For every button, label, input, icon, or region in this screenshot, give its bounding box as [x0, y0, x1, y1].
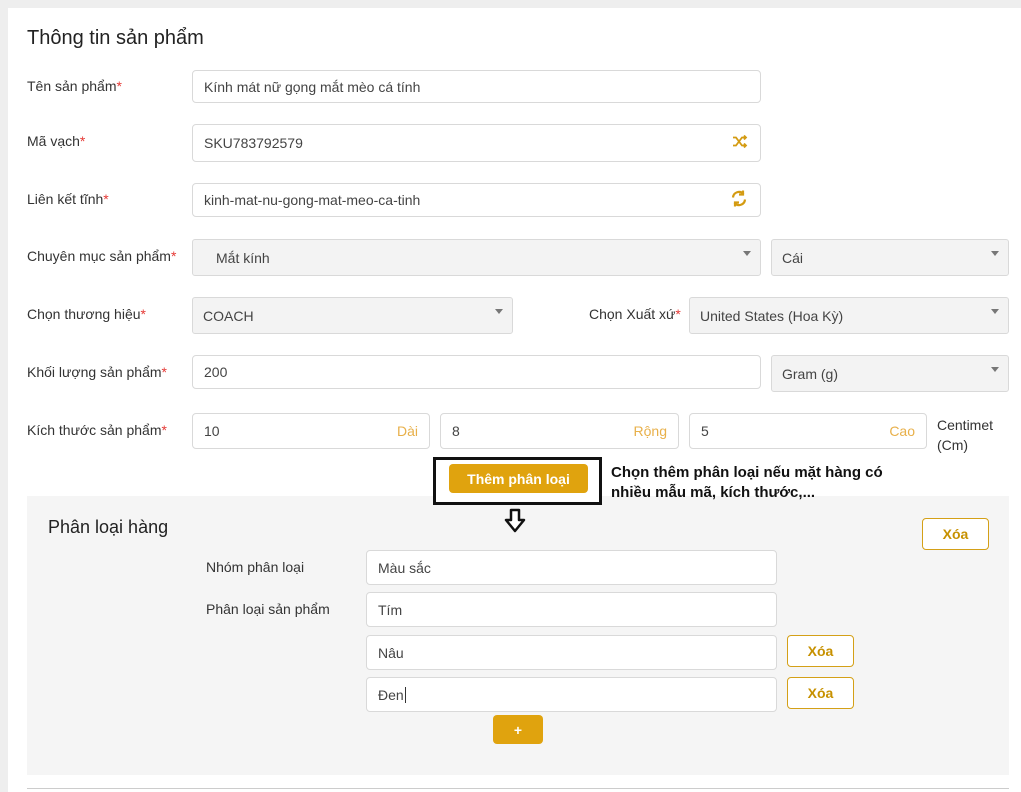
slug-input[interactable]: kinh-mat-nu-gong-mat-meo-ca-tinh: [192, 183, 761, 217]
option-input[interactable]: Nâu: [366, 635, 777, 670]
origin-label: Chọn Xuất xứ*: [589, 306, 681, 322]
option-input[interactable]: Đen: [366, 677, 777, 712]
unit-select[interactable]: Cái: [771, 239, 1009, 276]
width-suffix: Rộng: [633, 423, 667, 439]
product-name-input[interactable]: Kính mát nữ gọng mắt mèo cá tính: [192, 70, 761, 103]
barcode-input[interactable]: SKU783792579: [192, 124, 761, 162]
group-name-input[interactable]: Màu sắc: [366, 550, 777, 585]
delete-option-button[interactable]: Xóa: [787, 635, 854, 667]
arrow-down-icon: [504, 508, 526, 539]
text-cursor: [404, 686, 406, 703]
length-input[interactable]: 10 Dài: [192, 413, 430, 449]
weight-unit-select[interactable]: Gram (g): [771, 355, 1009, 392]
weight-input[interactable]: 200: [192, 355, 761, 389]
add-option-button[interactable]: +: [493, 715, 543, 744]
delete-option-button[interactable]: Xóa: [787, 677, 854, 709]
size-unit-label: Centimet (Cm): [937, 417, 994, 453]
option-input[interactable]: Tím: [366, 592, 777, 627]
name-label: Tên sản phẩm*: [27, 78, 122, 94]
weight-label: Khối lượng sản phẩm*: [27, 364, 167, 380]
divider: [27, 788, 1009, 789]
category-select[interactable]: Mắt kính: [192, 239, 761, 276]
group-label: Nhóm phân loại: [206, 559, 305, 575]
delete-variant-group-button[interactable]: Xóa: [922, 518, 989, 550]
refresh-icon[interactable]: [730, 190, 748, 211]
slug-label: Liên kết tĩnh*: [27, 191, 109, 207]
height-input[interactable]: 5 Cao: [689, 413, 927, 449]
variant-section-title: Phân loại hàng: [48, 517, 169, 537]
width-input[interactable]: 8 Rộng: [440, 413, 679, 449]
size-label: Kích thước sản phẩm*: [27, 422, 167, 438]
brand-select[interactable]: COACH: [192, 297, 513, 334]
barcode-label: Mã vạch*: [27, 133, 86, 149]
height-suffix: Cao: [889, 423, 915, 439]
add-variant-button[interactable]: Thêm phân loại: [449, 464, 588, 493]
category-label: Chuyên mục sản phẩm*: [27, 248, 177, 264]
page-title: Thông tin sản phẩm: [27, 27, 204, 49]
origin-select[interactable]: United States (Hoa Kỳ): [689, 297, 1009, 334]
brand-label: Chọn thương hiệu*: [27, 306, 146, 322]
hint-text: Chọn thêm phân loại nếu mặt hàng có nhiề…: [611, 464, 883, 501]
length-suffix: Dài: [396, 423, 418, 439]
shuffle-icon[interactable]: [732, 134, 748, 152]
options-label: Phân loại sản phẩm: [206, 601, 330, 617]
